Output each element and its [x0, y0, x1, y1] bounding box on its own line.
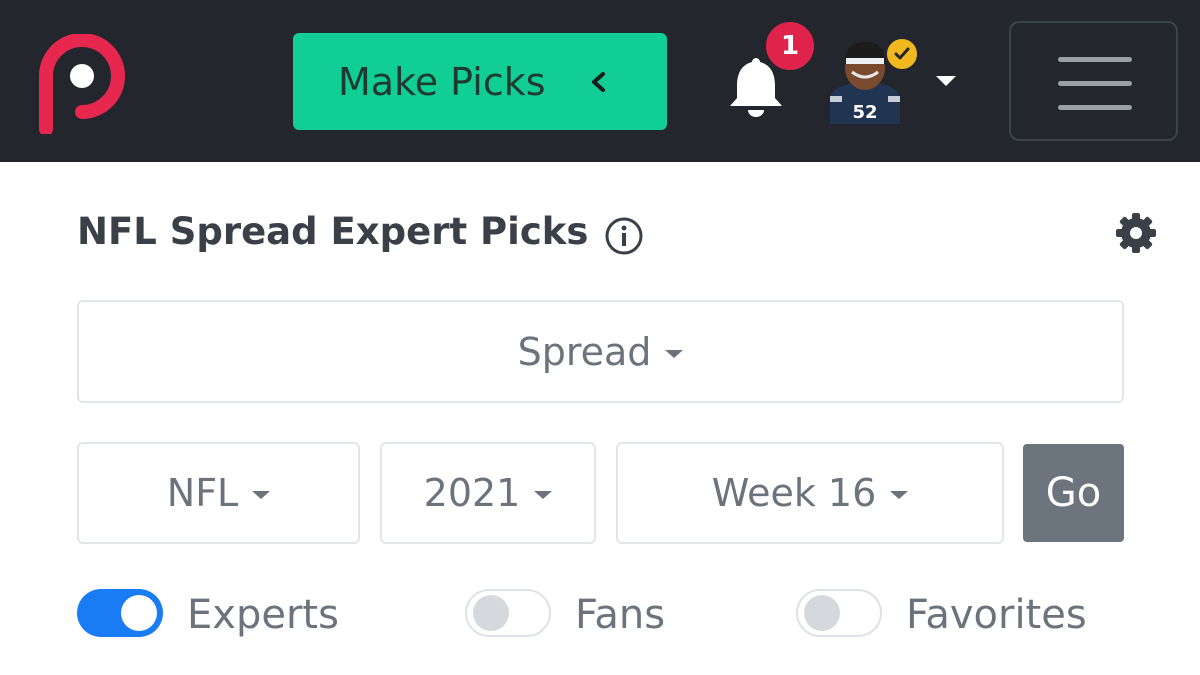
menu-bar [1058, 81, 1132, 86]
fans-toggle-label: Fans [575, 592, 666, 638]
notification-badge: 1 [762, 18, 818, 74]
hamburger-menu-button[interactable] [1009, 21, 1178, 141]
page-title: NFL Spread Expert Picks [77, 210, 589, 253]
week-select[interactable]: Week 16 [616, 442, 1004, 544]
experts-toggle-label: Experts [187, 592, 339, 638]
caret-down-icon [890, 491, 909, 499]
season-select[interactable]: 2021 [380, 442, 596, 544]
gear-icon[interactable] [1114, 211, 1158, 255]
menu-bar [1058, 105, 1132, 110]
verified-badge [884, 36, 920, 72]
favorites-toggle[interactable] [796, 589, 882, 637]
week-select-value: Week 16 [711, 471, 877, 515]
make-picks-label: Make Picks [338, 60, 546, 104]
caret-down-icon [534, 491, 553, 499]
top-navbar: Make Picks 1 52 [0, 0, 1200, 162]
make-picks-button[interactable]: Make Picks [293, 33, 667, 130]
toggle-knob [804, 595, 840, 631]
caret-down-icon [665, 349, 684, 358]
favorites-toggle-label: Favorites [906, 592, 1087, 638]
season-select-value: 2021 [423, 471, 521, 515]
league-select[interactable]: NFL [77, 442, 360, 544]
chevron-left-icon [592, 72, 605, 92]
league-select-value: NFL [166, 471, 239, 515]
caret-down-icon [252, 491, 271, 499]
experts-toggle[interactable] [77, 589, 163, 637]
check-icon [894, 47, 910, 60]
info-icon[interactable] [604, 216, 644, 256]
jersey-number: 52 [852, 102, 877, 123]
toggle-knob [473, 595, 509, 631]
fans-toggle[interactable] [465, 589, 551, 637]
market-select[interactable]: Spread [77, 300, 1124, 403]
pickwatch-logo-icon[interactable] [36, 34, 128, 134]
toggle-knob [121, 595, 157, 631]
menu-bar [1058, 57, 1132, 62]
market-select-value: Spread [517, 329, 652, 374]
caret-down-icon[interactable] [936, 76, 956, 86]
go-button[interactable]: Go [1023, 444, 1124, 542]
